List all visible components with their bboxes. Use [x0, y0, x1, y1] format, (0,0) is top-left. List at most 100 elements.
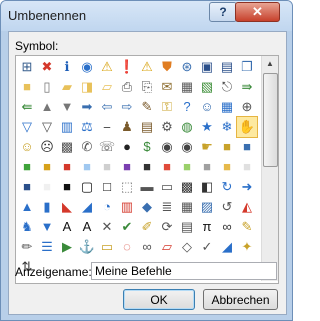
binoculars-icon[interactable]: ∞: [217, 217, 237, 237]
key-icon[interactable]: ⚿: [157, 97, 177, 117]
color-swatch-icon[interactable]: ■: [237, 157, 257, 177]
network-icon[interactable]: ⊛: [177, 57, 197, 77]
clipboard-icon[interactable]: ▤: [137, 117, 157, 137]
image-icon[interactable]: ▧: [197, 77, 217, 97]
ruler-icon[interactable]: ▭: [97, 237, 117, 257]
shape-icon[interactable]: ◭: [237, 197, 257, 217]
picture-icon[interactable]: ▨: [197, 197, 217, 217]
print-preview-icon[interactable]: ⎘: [137, 77, 157, 97]
symbol-scrollbar[interactable]: ▲ ▼: [261, 56, 278, 281]
border-icon[interactable]: ▢: [77, 177, 97, 197]
color-swatch-icon[interactable]: ■: [197, 157, 217, 177]
refresh-icon[interactable]: ⟳: [157, 217, 177, 237]
brush-icon[interactable]: ✎: [237, 217, 257, 237]
clip-icon[interactable]: ⎯: [97, 117, 117, 137]
book-icon[interactable]: ▥: [57, 117, 77, 137]
phone-icon[interactable]: ✆: [77, 137, 97, 157]
record-icon[interactable]: ◉: [77, 57, 97, 77]
table-icon[interactable]: ▦: [217, 97, 237, 117]
balance-icon[interactable]: ⚖: [77, 117, 97, 137]
copy-icon[interactable]: ❐: [237, 57, 257, 77]
help-icon[interactable]: ?: [177, 97, 197, 117]
color-swatch-icon[interactable]: ■: [17, 177, 37, 197]
color-swatch-icon[interactable]: ■: [237, 137, 257, 157]
drop-icon[interactable]: ▲: [17, 197, 37, 217]
text-icon[interactable]: A: [57, 217, 77, 237]
delete-icon[interactable]: ✕: [97, 217, 117, 237]
border-icon[interactable]: ▭: [157, 177, 177, 197]
border-icon[interactable]: ▬: [137, 177, 157, 197]
table-icon[interactable]: ▤: [177, 217, 197, 237]
bar-chart-icon[interactable]: ▮: [37, 197, 57, 217]
document-icon[interactable]: ▦: [177, 77, 197, 97]
pencil-icon[interactable]: ✏: [17, 237, 37, 257]
symbol-list[interactable]: ⊞ ✖ ℹ ◉ ⚠ ❗ ⚠ ⛊ ⊛ ▣ ▤ ❐ ■ ▯ ▰ ◨ ▱ ⎙ ⎘ ✉ ▦ ▧ ⎋ ⇛ ⇚ ▲ ▼ ➡ ⇦ ⇨ ✎ ⚿? ☺ ▦ ⊕ ▽ ▽ ▥ ⚖…: [15, 55, 279, 284]
calculator-icon[interactable]: ▩: [57, 137, 77, 157]
back-circle-icon[interactable]: ⇦: [97, 97, 117, 117]
link-icon[interactable]: ∞: [137, 237, 157, 257]
chart-icon[interactable]: ◢: [77, 197, 97, 217]
grid-icon[interactable]: ▦: [177, 197, 197, 217]
help-button[interactable]: ?: [209, 2, 237, 22]
display-name-input[interactable]: [91, 262, 277, 280]
text-icon[interactable]: A: [77, 217, 97, 237]
filter-icon[interactable]: ▽: [37, 117, 57, 137]
save-icon[interactable]: ▣: [197, 57, 217, 77]
chart-icon[interactable]: ◣: [57, 197, 77, 217]
send-icon[interactable]: ⇛: [237, 77, 257, 97]
color-swatch-icon[interactable]: ■: [137, 157, 157, 177]
color-swatch-icon[interactable]: ■: [77, 157, 97, 177]
color-swatch-icon[interactable]: ■: [177, 157, 197, 177]
color-swatch-icon[interactable]: ■: [57, 177, 77, 197]
folder-icon[interactable]: ■: [217, 137, 237, 157]
pie-chart-icon[interactable]: ◔: [97, 197, 117, 217]
sad-icon[interactable]: ☹: [37, 137, 57, 157]
smiley-icon[interactable]: ☺: [17, 137, 37, 157]
shield-icon[interactable]: ⛊: [157, 57, 177, 77]
eye-icon[interactable]: ◉: [177, 137, 197, 157]
org-chart-icon[interactable]: ⊞: [17, 57, 37, 77]
color-swatch-icon[interactable]: ■: [37, 177, 57, 197]
save-all-icon[interactable]: ▤: [217, 57, 237, 77]
new-document-icon[interactable]: ▯: [37, 77, 57, 97]
edit-icon[interactable]: ✎: [137, 97, 157, 117]
border-icon[interactable]: □: [97, 177, 117, 197]
zoom-icon[interactable]: ⊕: [237, 97, 257, 117]
world-icon[interactable]: ◍: [177, 117, 197, 137]
open-icon[interactable]: ▱: [97, 77, 117, 97]
triangle-up-icon[interactable]: ▲: [37, 97, 57, 117]
check-icon[interactable]: ✓: [197, 237, 217, 257]
folder-up-icon[interactable]: ◨: [77, 77, 97, 97]
triangle-down-icon[interactable]: ▼: [57, 97, 77, 117]
back-icon[interactable]: ⇚: [17, 97, 37, 117]
filter-icon[interactable]: ▽: [17, 117, 37, 137]
color-swatch-icon[interactable]: ■: [57, 157, 77, 177]
snowflake-icon[interactable]: ❄: [217, 117, 237, 137]
refresh-icon[interactable]: ↻: [217, 177, 237, 197]
hand-icon[interactable]: ✋: [236, 116, 258, 138]
mail-icon[interactable]: ✉: [157, 77, 177, 97]
pi-icon[interactable]: π: [197, 217, 217, 237]
open-folder-icon[interactable]: ▰: [57, 77, 77, 97]
color-swatch-icon[interactable]: ■: [37, 157, 57, 177]
marker-icon[interactable]: ▼: [37, 217, 57, 237]
attachment-icon[interactable]: ⎋: [217, 77, 237, 97]
checker-icon[interactable]: ▩: [177, 177, 197, 197]
ball-icon[interactable]: ●: [117, 137, 137, 157]
play-icon[interactable]: ▶: [57, 237, 77, 257]
lasso-icon[interactable]: ◌: [117, 237, 137, 257]
currency-icon[interactable]: $: [137, 137, 157, 157]
close-button[interactable]: ✕: [235, 2, 280, 22]
border-icon[interactable]: ⬚: [117, 177, 137, 197]
warning-icon[interactable]: ⚠: [137, 57, 157, 77]
star-icon[interactable]: ★: [197, 117, 217, 137]
warning-icon[interactable]: ⚠: [97, 57, 117, 77]
anchor-icon[interactable]: ⚓: [77, 237, 97, 257]
forward-circle-icon[interactable]: ⇨: [117, 97, 137, 117]
draw-icon[interactable]: ✐: [137, 217, 157, 237]
users-icon[interactable]: ♟: [117, 117, 137, 137]
scroll-thumb[interactable]: [263, 73, 278, 167]
stack-icon[interactable]: ≣: [157, 197, 177, 217]
align-icon[interactable]: ◧: [197, 177, 217, 197]
gear-icon[interactable]: ⚙: [157, 117, 177, 137]
